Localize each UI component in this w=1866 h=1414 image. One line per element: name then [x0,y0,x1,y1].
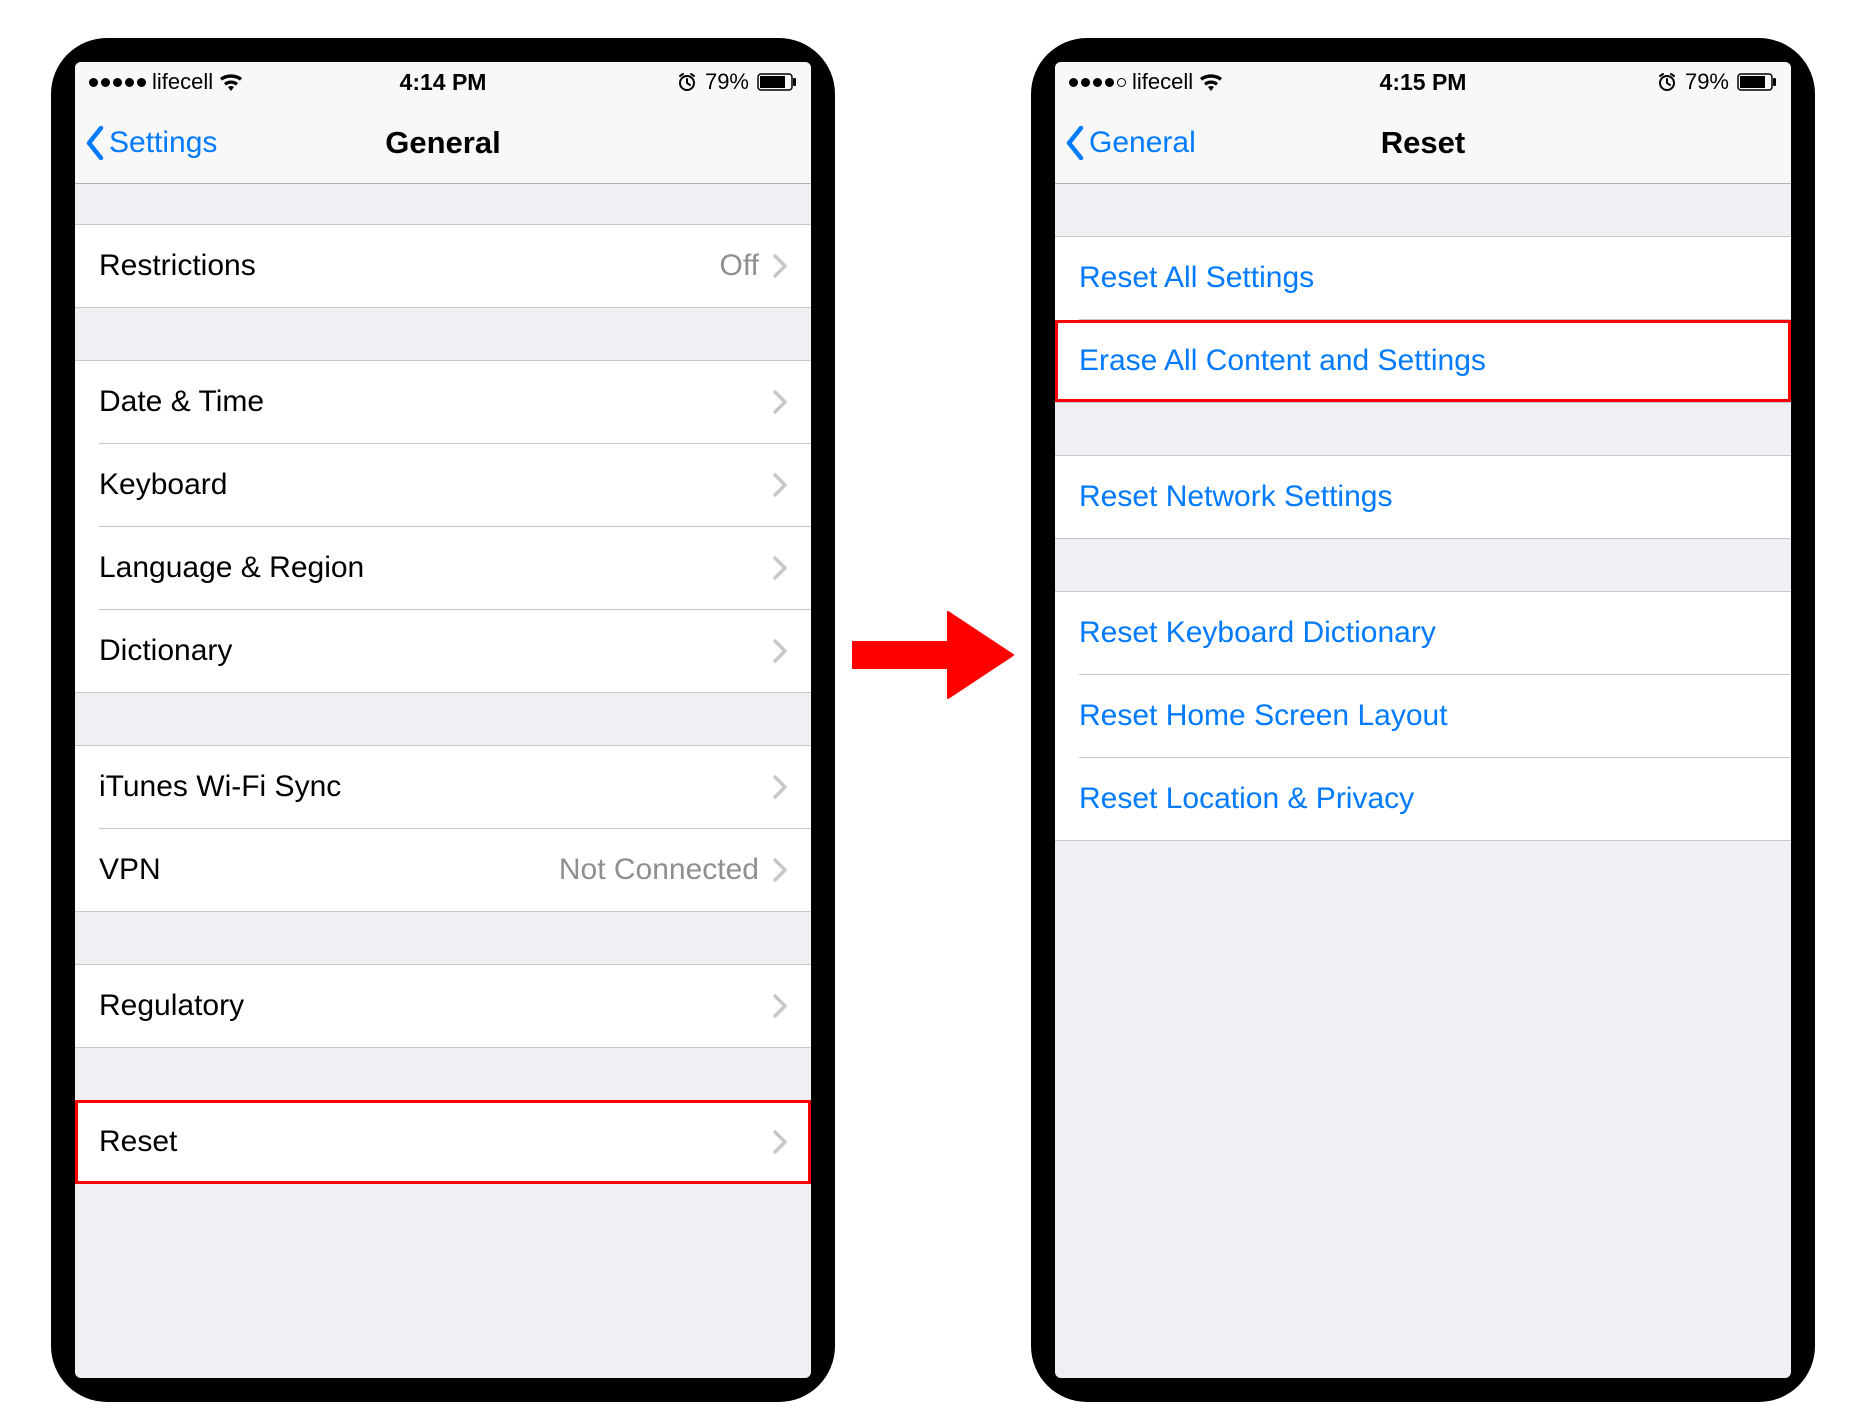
row-language-region[interactable]: Language & Region [75,527,811,609]
row-label: Erase All Content and Settings [1079,344,1486,378]
arrow-between [833,40,1033,710]
chevron-right-icon [773,390,787,414]
row-label: Reset [99,1125,177,1159]
chevron-right-icon [773,254,787,278]
chevron-right-icon [773,775,787,799]
nav-bar: Settings General [75,102,811,184]
row-label: iTunes Wi-Fi Sync [99,770,341,804]
row-reset-all-settings[interactable]: Reset All Settings [1055,237,1791,319]
row-dictionary[interactable]: Dictionary [75,610,811,692]
screen-left: lifecell 4:14 PM 79% [75,62,811,1378]
phone-right: lifecell 4:15 PM 79% [1033,40,1813,1400]
row-detail: Not Connected [559,853,759,887]
row-reset-network-settings[interactable]: Reset Network Settings [1055,456,1791,538]
row-label: Reset Home Screen Layout [1079,699,1448,733]
row-vpn[interactable]: VPN Not Connected [75,829,811,911]
status-bar: lifecell 4:14 PM 79% [75,62,811,102]
row-reset-keyboard-dictionary[interactable]: Reset Keyboard Dictionary [1055,592,1791,674]
row-erase-all-content[interactable]: Erase All Content and Settings [1055,320,1791,402]
arrow-right-icon [848,600,1018,710]
row-label: Keyboard [99,468,227,502]
row-restrictions[interactable]: Restrictions Off [75,225,811,307]
row-label: Regulatory [99,989,244,1023]
row-label: Reset Location & Privacy [1079,782,1414,816]
group-restrictions: Restrictions Off [75,224,811,308]
row-label: Date & Time [99,385,264,419]
stage: lifecell 4:14 PM 79% [0,0,1866,1414]
chevron-right-icon [773,994,787,1018]
row-detail: Off [720,249,759,283]
row-label: Dictionary [99,634,232,668]
status-time: 4:15 PM [1055,69,1791,96]
status-time: 4:14 PM [75,69,811,96]
group-reset-other: Reset Keyboard Dictionary Reset Home Scr… [1055,591,1791,841]
chevron-right-icon [773,556,787,580]
row-regulatory[interactable]: Regulatory [75,965,811,1047]
group-input: Date & Time Keyboard Language & Region [75,360,811,693]
group-network: iTunes Wi-Fi Sync VPN Not Connected [75,745,811,912]
status-bar: lifecell 4:15 PM 79% [1055,62,1791,102]
chevron-right-icon [773,473,787,497]
row-label: Reset All Settings [1079,261,1314,295]
chevron-right-icon [773,639,787,663]
phone-left: lifecell 4:14 PM 79% [53,40,833,1400]
row-label: Restrictions [99,249,256,283]
row-itunes-wifi-sync[interactable]: iTunes Wi-Fi Sync [75,746,811,828]
row-reset-home-screen[interactable]: Reset Home Screen Layout [1055,675,1791,757]
group-reset-network: Reset Network Settings [1055,455,1791,539]
row-label: VPN [99,853,161,887]
row-label: Reset Network Settings [1079,480,1392,514]
row-reset[interactable]: Reset [75,1101,811,1183]
reset-table: Reset All Settings Erase All Content and… [1055,184,1791,1378]
row-date-time[interactable]: Date & Time [75,361,811,443]
nav-bar: General Reset [1055,102,1791,184]
settings-table: Restrictions Off Date & Time [75,184,811,1378]
nav-title: General [75,125,811,161]
nav-title: Reset [1055,125,1791,161]
chevron-right-icon [773,858,787,882]
screen-right: lifecell 4:15 PM 79% [1055,62,1791,1378]
row-label: Language & Region [99,551,364,585]
group-reset: Reset [75,1100,811,1184]
group-regulatory: Regulatory [75,964,811,1048]
group-reset-top: Reset All Settings Erase All Content and… [1055,236,1791,403]
row-label: Reset Keyboard Dictionary [1079,616,1436,650]
chevron-right-icon [773,1130,787,1154]
row-keyboard[interactable]: Keyboard [75,444,811,526]
row-reset-location-privacy[interactable]: Reset Location & Privacy [1055,758,1791,840]
